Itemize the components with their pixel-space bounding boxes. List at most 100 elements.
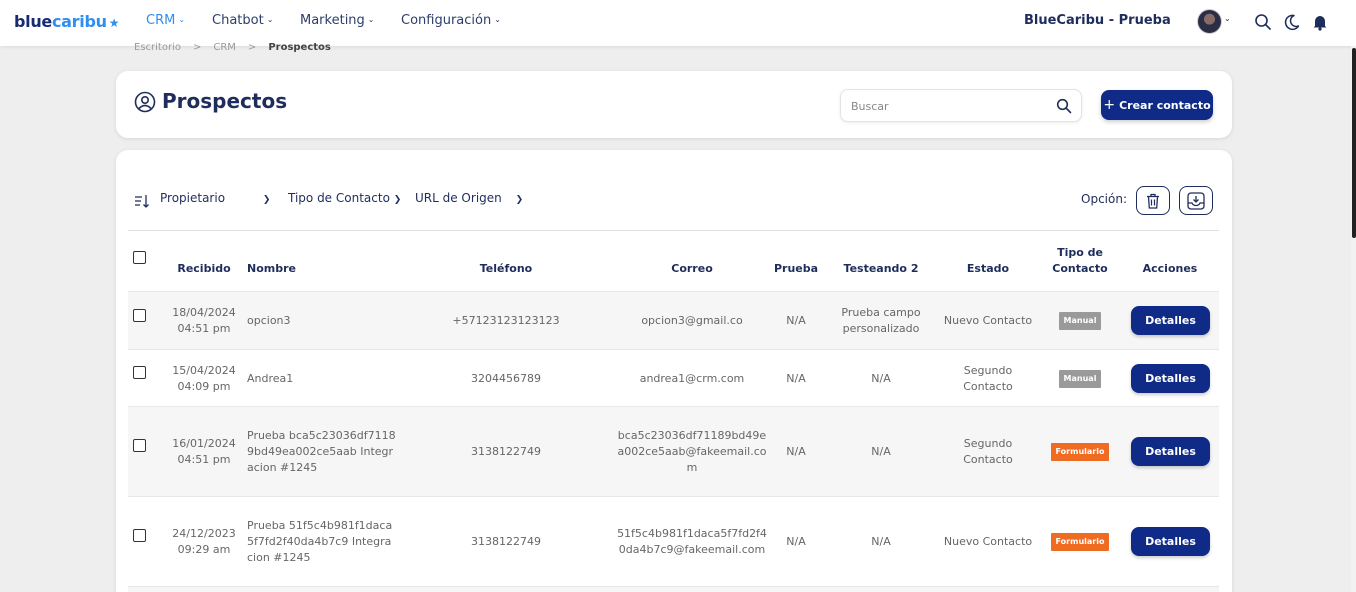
table-row[interactable]: 15/04/2024 04:09 pm Andrea1 3204456789 a… xyxy=(128,349,1219,406)
scrollbar-thumb[interactable] xyxy=(1352,48,1356,238)
chevron-down-icon[interactable]: ⌄ xyxy=(1224,14,1231,23)
email-cell: bca5c23036df71189bd49ea002ce5aab@fakeema… xyxy=(617,429,767,474)
testeando-cell: Prueba campo personalizado xyxy=(841,306,921,335)
create-contact-button[interactable]: + Crear contacto xyxy=(1101,90,1213,120)
contact-type-cell: Manual xyxy=(1040,350,1120,407)
account-name: BlueCaribu - Prueba xyxy=(1024,13,1171,28)
filter-owner-dropdown[interactable]: Propietario ❯ xyxy=(160,191,270,205)
phone-cell: 3138122749 xyxy=(471,445,541,458)
prueba-cell: N/A xyxy=(786,535,806,548)
search-icon[interactable] xyxy=(1254,13,1272,31)
testeando-cell: N/A xyxy=(871,445,891,458)
name-cell: opcion3 xyxy=(247,314,291,327)
row-checkbox[interactable] xyxy=(133,366,146,379)
prueba-cell: N/A xyxy=(786,314,806,327)
inbox-download-icon xyxy=(1187,191,1205,210)
page-title: Prospectos xyxy=(162,89,288,113)
user-circle-icon xyxy=(134,91,156,113)
table-header: Recibido Nombre Teléfono Correo Prueba T… xyxy=(128,231,1219,291)
contact-type-badge: Manual xyxy=(1058,369,1102,388)
filter-contact-type-dropdown[interactable]: Tipo de Contacto ❯ xyxy=(288,191,401,205)
chevron-down-icon: ❯ xyxy=(262,195,271,205)
prueba-cell: N/A xyxy=(786,445,806,458)
received-date: 24/12/2023 xyxy=(172,527,236,540)
contact-type-badge: Formulario xyxy=(1050,533,1110,551)
column-header-contact-type-line1: Tipo de xyxy=(1057,246,1103,259)
breadcrumb-item-escritorio[interactable]: Escritorio xyxy=(134,42,181,53)
email-cell: andrea1@crm.com xyxy=(639,371,745,385)
nav-item-label: Configuración xyxy=(401,13,492,28)
column-header-status[interactable]: Estado xyxy=(938,261,1038,277)
testeando-cell: N/A xyxy=(871,371,891,385)
received-cell: 15/04/2024 04:09 pm xyxy=(168,350,240,407)
details-button[interactable]: Detalles xyxy=(1131,364,1210,393)
nav-item-crm[interactable]: CRM ⌄ xyxy=(146,13,185,28)
column-header-phone[interactable]: Teléfono xyxy=(446,261,566,277)
nav-item-label: Chatbot xyxy=(212,13,264,28)
breadcrumb-item-crm[interactable]: CRM xyxy=(213,42,236,53)
nav-item-marketing[interactable]: Marketing ⌄ xyxy=(300,13,375,28)
table-row[interactable]: 16/01/2024 04:51 pm Prueba bca5c23036df7… xyxy=(128,406,1219,496)
status-cell: Nuevo Contacto xyxy=(943,535,1033,548)
nav-item-chatbot[interactable]: Chatbot ⌄ xyxy=(212,13,273,28)
email-cell: opcion3@gmail.co xyxy=(641,314,743,327)
column-header-received[interactable]: Recibido xyxy=(168,261,240,277)
details-button[interactable]: Detalles xyxy=(1131,527,1210,556)
search-icon[interactable] xyxy=(1056,98,1072,114)
column-header-email[interactable]: Correo xyxy=(612,261,772,277)
received-time: 04:51 pm xyxy=(177,453,231,466)
phone-cell: +57123123123123 xyxy=(452,314,560,327)
option-label: Opción: xyxy=(1081,192,1127,206)
prueba-cell: N/A xyxy=(786,371,806,385)
received-cell: 18/04/2024 04:51 pm xyxy=(168,292,240,350)
chevron-down-icon: ⌄ xyxy=(367,15,375,24)
received-time: 04:09 pm xyxy=(177,379,231,393)
delete-button[interactable] xyxy=(1136,186,1170,215)
logo[interactable]: bluecaribu ★ xyxy=(14,12,119,31)
table-row[interactable] xyxy=(128,586,1219,592)
details-button[interactable]: Detalles xyxy=(1131,437,1210,466)
search-input[interactable] xyxy=(851,97,1041,115)
chevron-down-icon: ⌄ xyxy=(266,15,274,24)
plus-icon: + xyxy=(1103,97,1116,113)
breadcrumb-separator: > xyxy=(192,42,202,53)
received-time: 09:29 am xyxy=(177,543,231,556)
trash-icon xyxy=(1147,193,1159,209)
column-header-prueba[interactable]: Prueba xyxy=(768,261,824,277)
select-all-checkbox[interactable] xyxy=(133,251,146,264)
caribou-logo-icon: ★ xyxy=(108,16,120,30)
row-checkbox[interactable] xyxy=(133,439,146,452)
details-button[interactable]: Detalles xyxy=(1131,306,1210,335)
filter-origin-url-dropdown[interactable]: URL de Origen ❯ xyxy=(415,191,523,205)
page-header-card: Prospectos +Crear contacto xyxy=(116,71,1232,138)
row-checkbox[interactable] xyxy=(133,529,146,542)
column-header-contact-type[interactable]: Tipo de Contacto xyxy=(1040,245,1120,277)
row-checkbox[interactable] xyxy=(133,309,146,322)
column-header-testeando[interactable]: Testeando 2 xyxy=(835,261,927,277)
phone-cell: 3138122749 xyxy=(471,535,541,548)
received-date: 15/04/2024 xyxy=(172,363,236,377)
phone-cell: 3204456789 xyxy=(471,371,541,385)
received-date: 18/04/2024 xyxy=(172,306,236,319)
avatar[interactable] xyxy=(1197,9,1222,34)
contact-type-badge: Manual xyxy=(1058,312,1102,330)
prospects-table: Recibido Nombre Teléfono Correo Prueba T… xyxy=(128,231,1219,592)
moon-icon[interactable] xyxy=(1283,13,1301,31)
name-cell: Prueba 51f5c4b981f1daca5f7fd2f40da4b7c9 … xyxy=(247,519,393,564)
contact-type-cell: Formulario xyxy=(1040,407,1120,497)
received-time: 04:51 pm xyxy=(177,322,231,335)
download-button[interactable] xyxy=(1179,186,1213,215)
table-row[interactable]: 18/04/2024 04:51 pm opcion3 +57123123123… xyxy=(128,291,1219,349)
breadcrumb-item-current: Prospectos xyxy=(268,42,331,53)
contact-type-cell: Manual xyxy=(1040,292,1120,350)
column-header-name[interactable]: Nombre xyxy=(247,261,307,277)
nav-item-configuracion[interactable]: Configuración ⌄ xyxy=(401,13,501,28)
name-cell: Andrea1 xyxy=(247,371,294,385)
table-row[interactable]: 24/12/2023 09:29 am Prueba 51f5c4b981f1d… xyxy=(128,496,1219,586)
email-cell: 51f5c4b981f1daca5f7fd2f40da4b7c9@fakeema… xyxy=(617,527,767,556)
nav-item-label: Marketing xyxy=(300,13,365,28)
bell-icon[interactable] xyxy=(1311,13,1329,31)
nav-item-label: CRM xyxy=(146,13,176,28)
sort-icon[interactable] xyxy=(134,193,150,209)
breadcrumb: Escritorio > CRM > Prospectos xyxy=(134,42,331,53)
